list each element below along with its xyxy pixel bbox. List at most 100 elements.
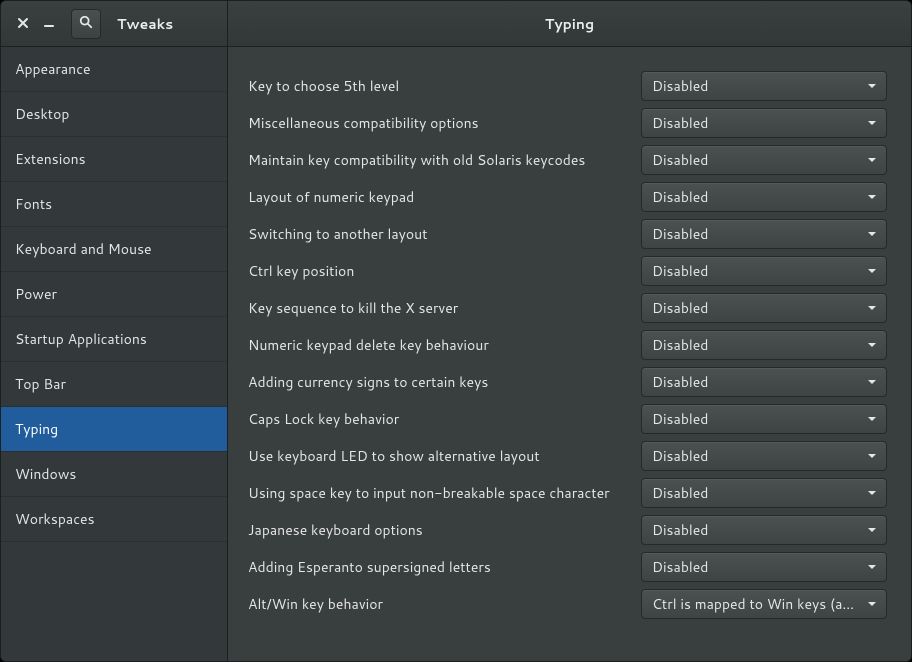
setting-combo[interactable]: Disabled xyxy=(641,256,887,286)
setting-combo-value: Disabled xyxy=(652,113,860,133)
close-button[interactable] xyxy=(13,14,33,34)
chevron-down-icon xyxy=(868,454,876,458)
setting-label: Maintain key compatibility with old Sola… xyxy=(248,150,629,170)
sidebar-item-extensions[interactable]: Extensions xyxy=(1,137,227,182)
setting-combo[interactable]: Disabled xyxy=(641,441,887,471)
sidebar-item-workspaces[interactable]: Workspaces xyxy=(1,497,227,542)
sidebar-item-label: Appearance xyxy=(15,59,91,79)
sidebar-item-startup-applications[interactable]: Startup Applications xyxy=(1,317,227,362)
chevron-down-icon xyxy=(868,158,876,162)
setting-row: Japanese keyboard options Disabled xyxy=(248,511,887,548)
setting-combo[interactable]: Disabled xyxy=(641,71,887,101)
setting-row: Alt/Win key behavior Ctrl is mapped to Wi… xyxy=(248,585,887,622)
page-title: Typing xyxy=(228,14,911,34)
setting-combo[interactable]: Disabled xyxy=(641,330,887,360)
minimize-button[interactable] xyxy=(39,14,59,34)
sidebar-item-label: Workspaces xyxy=(15,509,95,529)
setting-row: Caps Lock key behavior Disabled xyxy=(248,400,887,437)
setting-combo[interactable]: Disabled xyxy=(641,404,887,434)
chevron-down-icon xyxy=(868,565,876,569)
setting-row: Switching to another layout Disabled xyxy=(248,215,887,252)
setting-label: Using space key to input non-breakable s… xyxy=(248,483,629,503)
setting-combo-value: Disabled xyxy=(652,298,860,318)
setting-row: Layout of numeric keypad Disabled xyxy=(248,178,887,215)
setting-label: Use keyboard LED to show alternative lay… xyxy=(248,446,629,466)
setting-combo-value: Disabled xyxy=(652,150,860,170)
sidebar-item-desktop[interactable]: Desktop xyxy=(1,92,227,137)
search-button[interactable] xyxy=(71,9,101,39)
setting-label: Miscellaneous compatibility options xyxy=(248,113,629,133)
sidebar-item-power[interactable]: Power xyxy=(1,272,227,317)
sidebar-item-appearance[interactable]: Appearance xyxy=(1,47,227,92)
sidebar-item-label: Startup Applications xyxy=(15,329,147,349)
setting-combo[interactable]: Disabled xyxy=(641,478,887,508)
sidebar-item-label: Extensions xyxy=(15,149,86,169)
setting-label: Numeric keypad delete key behaviour xyxy=(248,335,629,355)
setting-row: Use keyboard LED to show alternative lay… xyxy=(248,437,887,474)
tweaks-window: Tweaks Typing Appearance Desktop Extension… xyxy=(0,0,912,662)
setting-combo-value: Ctrl is mapped to Win keys (a… xyxy=(652,594,860,614)
setting-combo[interactable]: Disabled xyxy=(641,219,887,249)
setting-combo-value: Disabled xyxy=(652,76,860,96)
setting-combo-value: Disabled xyxy=(652,335,860,355)
chevron-down-icon xyxy=(868,306,876,310)
minimize-icon xyxy=(43,14,55,34)
setting-row: Miscellaneous compatibility options Disab… xyxy=(248,104,887,141)
chevron-down-icon xyxy=(868,491,876,495)
main-content: Key to choose 5th levelDisabledMiscellan… xyxy=(228,47,911,661)
setting-combo-value: Disabled xyxy=(652,261,860,281)
setting-label: Layout of numeric keypad xyxy=(248,187,629,207)
setting-combo[interactable]: Disabled xyxy=(641,182,887,212)
setting-row: Numeric keypad delete key behaviour Disab… xyxy=(248,326,887,363)
setting-row: Ctrl key position Disabled xyxy=(248,252,887,289)
setting-label: Ctrl key position xyxy=(248,261,629,281)
setting-row: Adding Esperanto supersigned lettersDisa… xyxy=(248,548,887,585)
chevron-down-icon xyxy=(868,121,876,125)
setting-combo[interactable]: Disabled xyxy=(641,108,887,138)
setting-combo[interactable]: Disabled xyxy=(641,367,887,397)
setting-combo[interactable]: Ctrl is mapped to Win keys (a… xyxy=(641,589,887,619)
setting-combo[interactable]: Disabled xyxy=(641,552,887,582)
setting-combo[interactable]: Disabled xyxy=(641,145,887,175)
headerbar: Tweaks Typing xyxy=(1,1,911,47)
setting-row: Using space key to input non-breakable s… xyxy=(248,474,887,511)
setting-label: Caps Lock key behavior xyxy=(248,409,629,429)
sidebar-item-label: Top Bar xyxy=(15,374,66,394)
setting-label: Alt/Win key behavior xyxy=(248,594,629,614)
sidebar-item-label: Desktop xyxy=(15,104,69,124)
setting-combo[interactable]: Disabled xyxy=(641,515,887,545)
sidebar-item-fonts[interactable]: Fonts xyxy=(1,182,227,227)
setting-row: Adding currency signs to certain keysDis… xyxy=(248,363,887,400)
setting-row: Maintain key compatibility with old Sola… xyxy=(248,141,887,178)
sidebar-item-windows[interactable]: Windows xyxy=(1,452,227,497)
setting-combo[interactable]: Disabled xyxy=(641,293,887,323)
body: Appearance Desktop Extensions Fonts Keyboard… xyxy=(1,47,911,661)
sidebar-item-label: Typing xyxy=(15,419,58,439)
setting-label: Key sequence to kill the X server xyxy=(248,298,629,318)
setting-label: Japanese keyboard options xyxy=(248,520,629,540)
chevron-down-icon xyxy=(868,380,876,384)
setting-row: Key sequence to kill the X server Disable… xyxy=(248,289,887,326)
sidebar-item-top-bar[interactable]: Top Bar xyxy=(1,362,227,407)
close-icon xyxy=(17,14,29,34)
setting-combo-value: Disabled xyxy=(652,483,860,503)
app-title: Tweaks xyxy=(117,14,173,34)
chevron-down-icon xyxy=(868,269,876,273)
setting-row: Key to choose 5th levelDisabled xyxy=(248,67,887,104)
setting-combo-value: Disabled xyxy=(652,224,860,244)
chevron-down-icon xyxy=(868,602,876,606)
setting-combo-value: Disabled xyxy=(652,446,860,466)
sidebar-item-typing[interactable]: Typing xyxy=(1,407,227,452)
setting-combo-value: Disabled xyxy=(652,409,860,429)
chevron-down-icon xyxy=(868,195,876,199)
sidebar-item-keyboard-and-mouse[interactable]: Keyboard and Mouse xyxy=(1,227,227,272)
sidebar: Appearance Desktop Extensions Fonts Keyboard… xyxy=(1,47,228,661)
setting-label: Switching to another layout xyxy=(248,224,629,244)
headerbar-left: Tweaks xyxy=(1,1,228,46)
sidebar-item-label: Windows xyxy=(15,464,76,484)
sidebar-item-label: Keyboard and Mouse xyxy=(15,239,152,259)
chevron-down-icon xyxy=(868,232,876,236)
chevron-down-icon xyxy=(868,417,876,421)
setting-combo-value: Disabled xyxy=(652,520,860,540)
setting-combo-value: Disabled xyxy=(652,187,860,207)
